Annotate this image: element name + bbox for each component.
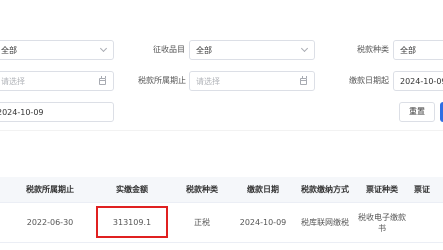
table-row[interactable]: 2022-06-30 313109.1 正税 2024-10-09 税库联网缴税… [0, 203, 443, 243]
calendar-icon [300, 76, 307, 85]
calendar-icon [99, 76, 106, 85]
payment-date-label: 缴款日期起 [349, 76, 389, 85]
col-header-voucher-type: 票证种类 [366, 185, 398, 194]
select-left-value: 全部 [1, 46, 17, 55]
tax-type-select[interactable]: 全部 [393, 40, 443, 60]
collection-item-select[interactable]: 全部 [189, 40, 315, 60]
amount-highlight-box [96, 206, 168, 238]
collection-item-value: 全部 [196, 46, 212, 55]
cell-voucher [414, 203, 443, 242]
payment-date-value: 2024-10-09 [400, 77, 443, 86]
payment-date-field[interactable]: 2024-10-09 [393, 71, 443, 91]
chevron-down-icon [300, 44, 309, 53]
tax-type-value: 全部 [400, 46, 416, 55]
tax-type-label: 税款种类 [357, 45, 389, 54]
select-left-field[interactable]: 全部 [0, 40, 114, 60]
collection-item-label: 征收品目 [153, 45, 185, 54]
date-end-value: 2024-10-09 [0, 108, 44, 117]
cell-payment-date: 2024-10-09 [239, 218, 287, 227]
table-header: 税款所属期止 实缴金额 税款种类 缴款日期 税款缴纳方式 票证种类 票证 [0, 177, 443, 203]
cell-tax-period: 2022-06-30 [26, 218, 74, 227]
col-header-payment-date: 缴款日期 [247, 185, 279, 194]
reset-button[interactable]: 重置 [399, 102, 435, 122]
section-divider [0, 130, 443, 177]
col-header-amount: 实缴金额 [116, 185, 148, 194]
col-header-tax-period: 税款所属期止 [26, 185, 74, 194]
tax-period-placeholder: 请选择 [196, 77, 220, 86]
date-end-field[interactable]: 2024-10-09 [0, 102, 114, 122]
col-header-tax-type: 税款种类 [186, 185, 218, 194]
tax-period-field[interactable]: 请选择 [189, 71, 315, 91]
date-left-placeholder: 请选择 [1, 77, 25, 86]
cell-payment-method: 税库联网缴税 [301, 218, 349, 227]
tax-period-label: 税款所属期止 [138, 76, 186, 85]
cell-voucher-type: 税收电子缴款书 [358, 212, 406, 233]
col-header-payment-method: 税款缴纳方式 [301, 185, 349, 194]
cell-tax-type: 正税 [194, 218, 210, 227]
filter-panel: 全部 征收品目 全部 税款种类 全部 请选择 税款所属期止 请选择 缴款日期起 … [0, 0, 443, 130]
chevron-down-icon [99, 44, 108, 53]
col-header-voucher: 票证 [414, 185, 430, 194]
date-left-field[interactable]: 请选择 [0, 71, 114, 91]
